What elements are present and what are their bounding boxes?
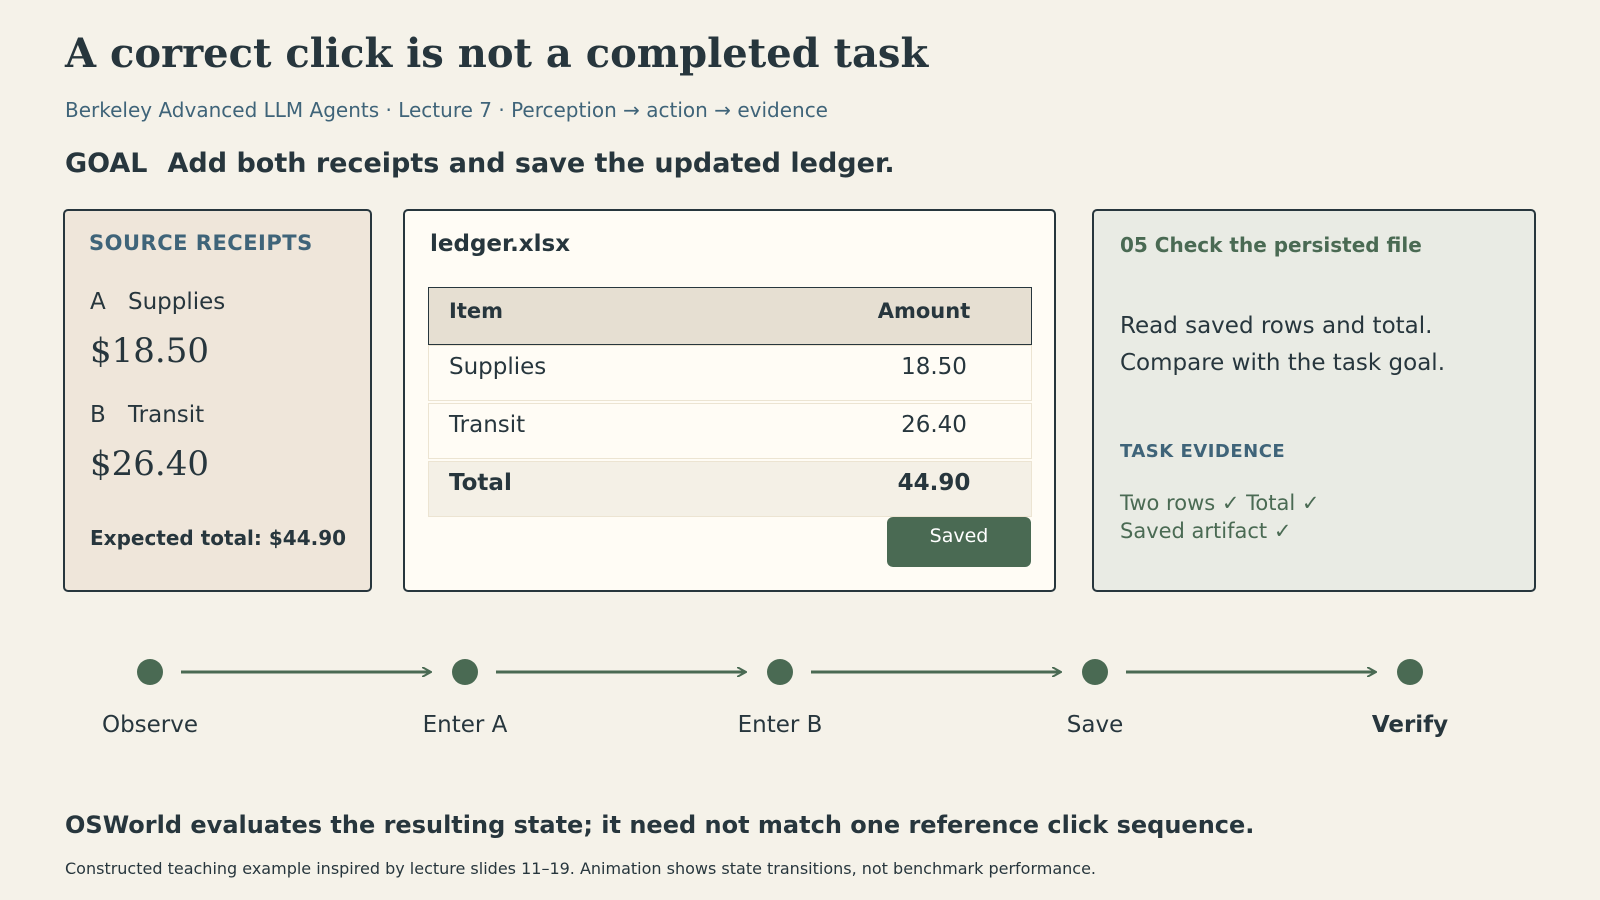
cell-item[interactable]: Supplies xyxy=(449,354,546,380)
ledger-panel: ledger.xlsx Item Amount Supplies 18.50 T… xyxy=(403,209,1056,592)
receipt-b-label: B Transit xyxy=(90,402,204,428)
step-node-observe xyxy=(137,659,163,685)
goal-statement: GOAL Add both receipts and save the updat… xyxy=(65,148,895,179)
verify-heading: 05 Check the persisted file xyxy=(1120,233,1422,257)
table-row-total[interactable]: Total 44.90 xyxy=(428,461,1032,517)
table-row[interactable]: Transit 26.40 xyxy=(428,403,1032,459)
cell-amount[interactable]: 18.50 xyxy=(889,354,979,380)
conclusion-text: OSWorld evaluates the resulting state; i… xyxy=(65,811,1255,839)
column-header-amount: Amount xyxy=(877,299,971,323)
step-label-observe: Observe xyxy=(101,712,199,738)
page-title: A correct click is not a completed task xyxy=(65,30,929,77)
receipt-a-letter: A xyxy=(90,289,106,315)
expected-total: Expected total: $44.90 xyxy=(90,526,347,550)
goal-text: Add both receipts and save the updated l… xyxy=(167,148,895,179)
step-label-verify: Verify xyxy=(1371,712,1449,738)
saved-badge: Saved xyxy=(887,517,1031,567)
cell-total-amount[interactable]: 44.90 xyxy=(889,470,979,496)
verify-panel: 05 Check the persisted file Read saved r… xyxy=(1092,209,1536,592)
step-label-save: Save xyxy=(1066,712,1124,738)
receipt-b-amount: $26.40 xyxy=(90,444,209,484)
footnote: Constructed teaching example inspired by… xyxy=(65,859,1096,878)
table-row[interactable]: Supplies 18.50 xyxy=(428,345,1032,401)
cell-total-label[interactable]: Total xyxy=(449,470,512,496)
step-label-enter-b: Enter B xyxy=(737,712,823,738)
step-node-enter-b xyxy=(767,659,793,685)
receipt-b-name: Transit xyxy=(128,402,205,428)
evidence-heading: TASK EVIDENCE xyxy=(1120,441,1286,462)
step-node-enter-a xyxy=(452,659,478,685)
verify-line: Compare with the task goal. xyxy=(1120,350,1445,376)
verify-line: Read saved rows and total. xyxy=(1120,313,1433,339)
step-node-verify xyxy=(1397,659,1423,685)
goal-label: GOAL xyxy=(65,148,148,179)
receipt-a-amount: $18.50 xyxy=(90,331,209,371)
page-subtitle: Berkeley Advanced LLM Agents · Lecture 7… xyxy=(65,98,828,122)
receipts-heading: SOURCE RECEIPTS xyxy=(89,231,313,255)
cell-amount[interactable]: 26.40 xyxy=(889,412,979,438)
step-node-save xyxy=(1082,659,1108,685)
evidence-line: Saved artifact ✓ xyxy=(1120,519,1292,543)
receipt-b-letter: B xyxy=(90,402,106,428)
cell-item[interactable]: Transit xyxy=(449,412,525,438)
receipt-a-name: Supplies xyxy=(128,289,226,315)
ledger-header-row: Item Amount xyxy=(428,287,1032,345)
step-label-enter-a: Enter A xyxy=(422,712,508,738)
column-header-item: Item xyxy=(449,299,503,323)
evidence-line: Two rows ✓ Total ✓ xyxy=(1120,491,1320,515)
receipt-a-label: A Supplies xyxy=(90,289,225,315)
ledger-filename: ledger.xlsx xyxy=(430,231,571,257)
source-receipts-panel: SOURCE RECEIPTS A Supplies $18.50 B Transi… xyxy=(63,209,372,592)
